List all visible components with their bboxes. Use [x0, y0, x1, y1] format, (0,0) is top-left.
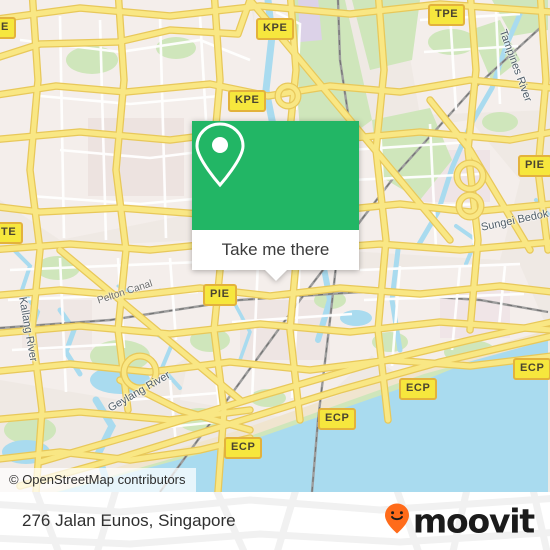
shield-ecp-far-right[interactable]: ECP [513, 358, 550, 380]
take-me-there-label: Take me there [221, 240, 330, 259]
take-me-there-button[interactable]: Take me there [192, 230, 359, 270]
shield-pie-center[interactable]: PIE [203, 284, 237, 306]
moovit-wordmark: moovit [412, 501, 535, 541]
shield-te-left[interactable]: TE [0, 222, 24, 244]
shield-kpe-mid[interactable]: KPE [228, 90, 267, 112]
shield-tpe[interactable]: TPE [428, 4, 466, 26]
shield-e-left[interactable]: E [0, 17, 16, 39]
map-screenshot: E KPE TPE KPE PIE TE PIE ECP ECP ECP ECP… [0, 0, 550, 550]
page-title: 276 Jalan Eunos, Singapore [22, 511, 236, 530]
moovit-logo[interactable]: moovit [384, 501, 535, 541]
shield-kpe-top[interactable]: KPE [256, 18, 295, 40]
popup-header [192, 121, 359, 230]
footer-bar: 276 Jalan Eunos, Singapore moovit [0, 492, 550, 550]
map-canvas[interactable]: E KPE TPE KPE PIE TE PIE ECP ECP ECP ECP… [0, 0, 550, 492]
shield-ecp-left[interactable]: ECP [224, 437, 263, 459]
shield-ecp-mid[interactable]: ECP [318, 408, 357, 430]
shield-pie-right[interactable]: PIE [518, 155, 550, 177]
popup-pointer-tail [264, 270, 287, 281]
location-popup-card[interactable]: Take me there [192, 121, 359, 281]
osm-attribution[interactable]: © OpenStreetMap contributors [0, 468, 196, 492]
shield-ecp-right[interactable]: ECP [399, 378, 438, 400]
moovit-pin-smiley-icon [384, 503, 409, 539]
